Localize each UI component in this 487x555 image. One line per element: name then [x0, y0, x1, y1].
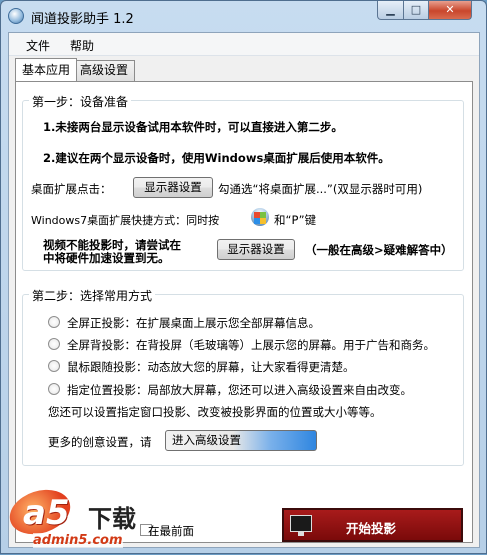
step1-group: 第一步：设备准备 1.未接两台显示设备试用本软件时，可以直接进入第二步。 2.建… [22, 93, 464, 271]
display-settings-button[interactable]: 显示器设置 [133, 177, 213, 198]
tab-panel-basic: 第一步：设备准备 1.未接两台显示设备试用本软件时，可以直接进入第二步。 2.建… [15, 81, 473, 543]
start-projection-button[interactable]: 开始投影 [282, 508, 463, 542]
minimize-button[interactable]: ▁ [377, 1, 404, 20]
advanced-hint: （一般在高级>疑难解答中） [305, 243, 453, 257]
monitor-icon [290, 515, 312, 536]
client-area: 文件 帮助 基本应用 高级设置 第一步：设备准备 1.未接两台显示设备试用本软件… [8, 32, 480, 548]
radio-mouse-follow[interactable] [48, 360, 60, 372]
extend-label: 桌面扩展点击： [31, 182, 112, 196]
app-window: 闻道投影助手 1.2 ▁ □ ✕ 文件 帮助 基本应用 高级设置 第一步：设备准… [0, 0, 487, 554]
radio-fixed-position[interactable] [48, 383, 60, 395]
step1-line1: 1.未接两台显示设备试用本软件时，可以直接进入第二步。 [43, 120, 343, 134]
option-fixed-position[interactable]: 指定位置投影：局部放大屏幕，您还可以进入高级设置来自由改变。 [67, 382, 412, 398]
cannot-project-line2: 中将硬件加速设置到无。 [43, 251, 170, 265]
radio-fullscreen-front[interactable] [48, 316, 60, 328]
more-info-text: 您还可以设置指定窗口投影、改变被投影界面的位置或大小等等。 [48, 405, 382, 419]
maximize-button[interactable]: □ [403, 1, 429, 20]
watermark-brand: a5 [23, 493, 70, 533]
shortcut-prefix: Windows7桌面扩展快捷方式：同时按 [31, 214, 220, 227]
app-icon [8, 8, 24, 24]
window-title: 闻道投影助手 1.2 [31, 12, 134, 27]
watermark-text: 下载 [88, 499, 136, 534]
windows-logo-icon [251, 208, 269, 226]
radio-fullscreen-back[interactable] [48, 338, 60, 350]
menu-bar: 文件 帮助 [9, 33, 479, 56]
extend-hint: 勾通选“将桌面扩展...”(双显示器时可用) [218, 182, 423, 196]
watermark-site: admin5.com [33, 533, 123, 548]
title-bar[interactable]: 闻道投影助手 1.2 ▁ □ ✕ [1, 1, 486, 31]
step1-title: 第一步：设备准备 [29, 93, 132, 110]
start-projection-label: 开始投影 [346, 521, 397, 536]
tab-advanced[interactable]: 高级设置 [73, 60, 136, 81]
menu-file[interactable]: 文件 [26, 37, 50, 54]
shortcut-suffix: 和“P”键 [274, 213, 317, 227]
option-mouse-follow[interactable]: 鼠标跟随投影：动态放大您的屏幕，让大家看得更清楚。 [67, 359, 355, 375]
step2-group: 第二步：选择常用方式 全屏正投影：在扩展桌面上展示您全部屏幕信息。 全屏背投影：… [22, 287, 464, 466]
enter-advanced-button[interactable]: 进入高级设置 [165, 430, 317, 451]
menu-help[interactable]: 帮助 [70, 37, 94, 54]
display-settings-button-2[interactable]: 显示器设置 [217, 239, 295, 260]
step2-title: 第二步：选择常用方式 [29, 287, 156, 304]
site-watermark: a5 下载 admin5.com [1, 482, 166, 555]
step1-line2: 2.建议在两个显示设备时，使用Windows桌面扩展后使用本软件。 [43, 151, 390, 165]
tab-basic[interactable]: 基本应用 [15, 58, 78, 81]
close-button[interactable]: ✕ [428, 1, 472, 20]
option-fullscreen-back[interactable]: 全屏背投影：在背投屏（毛玻璃等）上展示您的屏幕。用于广告和商务。 [67, 337, 435, 353]
creative-label: 更多的创意设置，请 [48, 435, 152, 449]
option-fullscreen-front[interactable]: 全屏正投影：在扩展桌面上展示您全部屏幕信息。 [67, 315, 320, 331]
